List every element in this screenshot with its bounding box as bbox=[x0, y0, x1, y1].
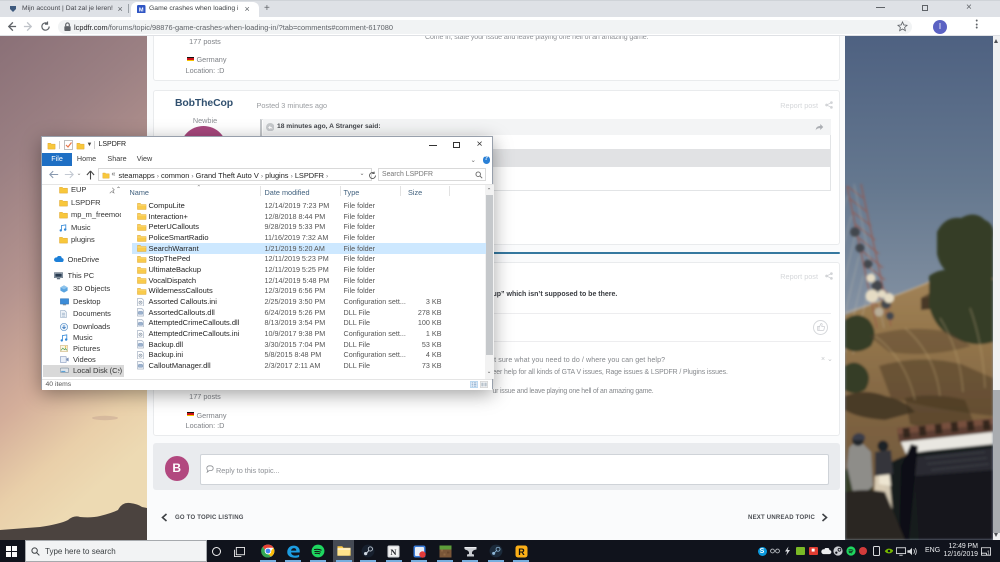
svg-text:N: N bbox=[390, 546, 397, 556]
svg-text:R: R bbox=[518, 546, 525, 556]
svg-text:1: 1 bbox=[987, 550, 990, 555]
svg-text:M: M bbox=[139, 7, 144, 13]
